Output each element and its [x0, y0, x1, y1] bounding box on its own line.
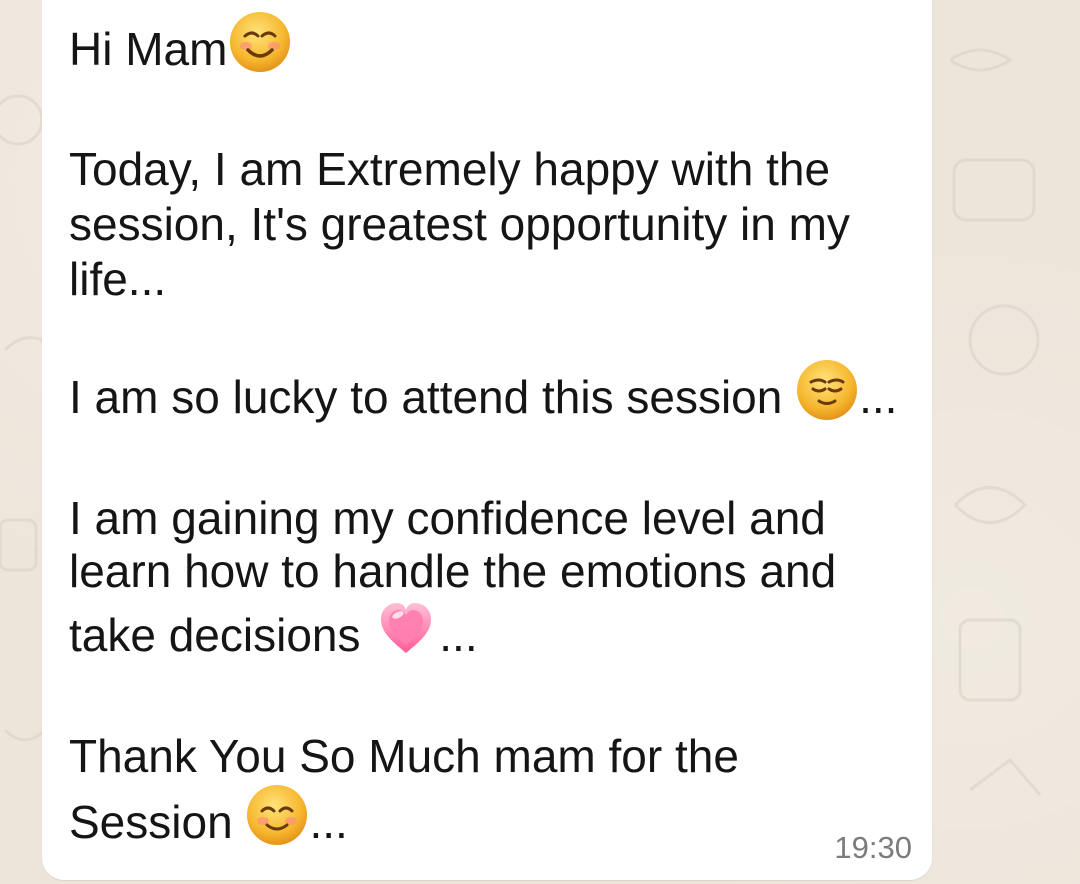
pink-heart-icon — [373, 595, 439, 673]
message-paragraph-4-line-2: Session ... — [69, 785, 348, 859]
message-timestamp: 19:30 — [834, 830, 912, 865]
message-paragraph-3-line-2: learn how to handle the emotions and — [69, 545, 837, 597]
message-paragraph-1-line-2: session, It's greatest opportunity in my — [69, 198, 850, 250]
message-paragraph-3-line-3: take decisions ... — [69, 603, 478, 673]
relieved-face-icon — [795, 358, 859, 434]
message-paragraph-2: I am so lucky to attend this session ... — [69, 360, 897, 434]
smiling-blush-face-icon — [245, 783, 309, 859]
smiling-face-icon — [228, 10, 292, 86]
message-paragraph-3-line-1: I am gaining my confidence level and — [69, 492, 826, 544]
message-paragraph-1-line-3: life... — [69, 253, 167, 305]
message-paragraph-1-line-1: Today, I am Extremely happy with the — [69, 143, 831, 195]
message-greeting: Hi Mam — [69, 12, 292, 86]
message-paragraph-4-line-1: Thank You So Much mam for the — [69, 730, 739, 782]
